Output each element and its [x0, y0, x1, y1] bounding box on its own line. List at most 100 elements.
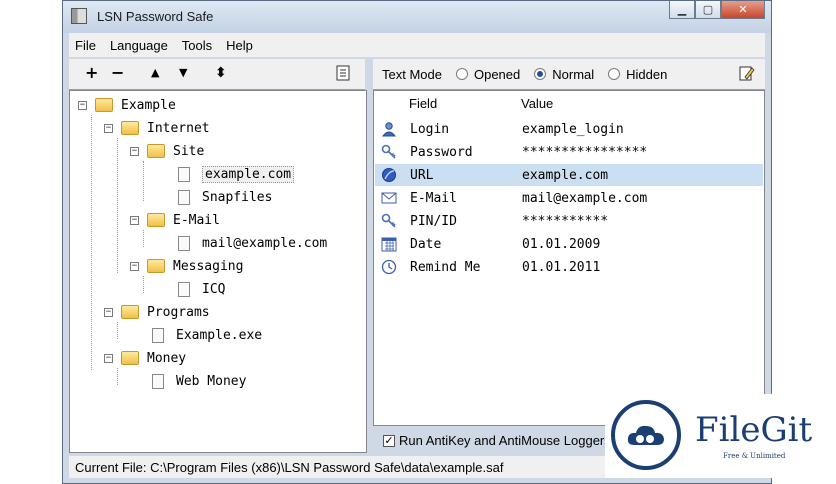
tree-item-icq[interactable]: ICQ [178, 279, 225, 299]
radio-hidden-label: Hidden [626, 66, 668, 82]
document-icon [152, 327, 164, 343]
field-name: Remind Me [410, 259, 481, 275]
folder-icon [121, 121, 139, 135]
collapse-icon[interactable]: − [130, 146, 139, 156]
tree-line [143, 276, 144, 293]
antikey-option[interactable]: ✓ Run AntiKey and AntiMouse Loggers [383, 433, 611, 448]
move-up-button[interactable]: ▲ [151, 65, 159, 81]
tree-item-label: Money [147, 350, 187, 366]
globe-icon [382, 168, 396, 182]
user-icon [381, 122, 397, 137]
collapse-icon[interactable]: − [104, 353, 113, 363]
column-header-field[interactable]: Field [409, 96, 437, 111]
menu-bar: File Language Tools Help [69, 33, 765, 57]
tree-item-label: Programs [147, 304, 210, 320]
tree-item-label: example.com [202, 165, 295, 183]
tree-item-internet[interactable]: − Internet [104, 118, 210, 138]
filegit-watermark: FileGit Free & Unlimited [605, 394, 836, 478]
menu-tools[interactable]: Tools [176, 38, 220, 53]
add-button[interactable]: + [85, 65, 98, 81]
tree-item-site[interactable]: − Site [130, 141, 204, 161]
key-icon [381, 144, 396, 159]
edit-icon[interactable] [739, 65, 755, 81]
tree-item-example-exe[interactable]: Example.exe [152, 325, 262, 345]
filegit-subtitle: Free & Unlimited [723, 452, 786, 460]
tree-item-label: Example.exe [176, 327, 263, 343]
menu-help[interactable]: Help [220, 38, 261, 53]
column-header-value[interactable]: Value [521, 96, 553, 111]
minimize-icon: ▁ [677, 3, 687, 16]
antikey-label: Run AntiKey and AntiMouse Loggers [399, 433, 611, 448]
menu-file[interactable]: File [69, 38, 104, 53]
folder-icon [147, 144, 165, 158]
radio-hidden-circle[interactable] [608, 68, 621, 80]
window-title: LSN Password Safe [97, 9, 214, 24]
tree-item-email[interactable]: − E-Mail [130, 210, 220, 230]
minimize-button[interactable]: ▁ [669, 1, 695, 19]
radio-opened-circle[interactable] [455, 68, 468, 80]
tree-item-programs[interactable]: − Programs [104, 302, 210, 322]
properties-icon[interactable] [335, 65, 351, 81]
field-value: example.com [522, 167, 609, 183]
folder-icon [95, 98, 113, 112]
document-icon [178, 235, 190, 251]
tree-item-example-com[interactable]: example.com [178, 164, 295, 184]
field-value: 01.01.2009 [522, 236, 601, 252]
tree-item-money[interactable]: − Money [104, 348, 186, 368]
maximize-button[interactable]: ▢ [695, 1, 721, 19]
radio-normal-circle[interactable] [534, 68, 547, 80]
antikey-checkbox[interactable]: ✓ [383, 434, 395, 447]
field-row-password[interactable]: Password **************** [375, 141, 763, 163]
collapse-icon[interactable]: − [78, 100, 87, 110]
close-button[interactable]: ✕ [721, 1, 765, 19]
sort-button[interactable]: ⬍ [215, 65, 227, 81]
tree-item-label: ICQ [202, 281, 226, 297]
tree-item-label: Messaging [173, 258, 244, 274]
field-value: **************** [522, 144, 648, 160]
cloud-icon [627, 425, 664, 445]
field-name: PIN/ID [410, 213, 457, 229]
tree-item-label: mail@example.com [202, 235, 328, 251]
field-row-date[interactable]: Date 01.01.2009 [375, 233, 763, 255]
tree-item-example[interactable]: − Example [78, 95, 176, 115]
tree-line [117, 368, 118, 385]
field-row-remind[interactable]: Remind Me 01.01.2011 [375, 256, 763, 278]
tree-item-mail[interactable]: mail@example.com [178, 233, 327, 253]
move-down-button[interactable]: ▼ [179, 65, 187, 81]
title-bar[interactable]: LSN Password Safe ▁ ▢ ✕ [63, 1, 771, 33]
field-name: Date [410, 236, 442, 252]
tree-line [117, 322, 118, 339]
remove-button[interactable]: − [111, 65, 124, 81]
document-icon [152, 373, 164, 389]
collapse-icon[interactable]: − [130, 261, 139, 271]
tree-item-messaging[interactable]: − Messaging [130, 256, 243, 276]
collapse-icon[interactable]: − [104, 307, 113, 317]
field-row-url[interactable]: URL example.com [375, 164, 763, 186]
field-row-pin[interactable]: PIN/ID *********** [375, 210, 763, 232]
menu-language[interactable]: Language [104, 38, 176, 53]
field-name: URL [410, 167, 434, 183]
radio-opened[interactable]: Opened [455, 67, 520, 82]
fields-panel[interactable]: Field Value Login example_login Password… [373, 90, 765, 426]
tree-line [143, 161, 144, 201]
close-icon: ✕ [738, 3, 748, 16]
tree-panel[interactable]: − Example − Internet − Site example.com … [69, 90, 367, 453]
field-row-email[interactable]: E-Mail mail@example.com [375, 187, 763, 209]
tree-item-snapfiles[interactable]: Snapfiles [178, 187, 272, 207]
app-icon [71, 8, 87, 24]
tree-item-label: Web Money [176, 373, 247, 389]
tree-item-web-money[interactable]: Web Money [152, 371, 246, 391]
folder-icon [121, 305, 139, 319]
folder-icon [147, 259, 165, 273]
field-value: mail@example.com [522, 190, 648, 206]
clock-icon [381, 259, 397, 275]
tree-toolbar: + − ▲ ▼ ⬍ [69, 59, 365, 90]
collapse-icon[interactable]: − [130, 215, 139, 225]
radio-hidden[interactable]: Hidden [608, 67, 667, 82]
envelope-icon [381, 192, 397, 204]
document-icon [178, 166, 190, 182]
field-row-login[interactable]: Login example_login [375, 118, 763, 140]
tree-line [143, 230, 144, 247]
collapse-icon[interactable]: − [104, 123, 113, 133]
radio-normal[interactable]: Normal [534, 67, 594, 82]
